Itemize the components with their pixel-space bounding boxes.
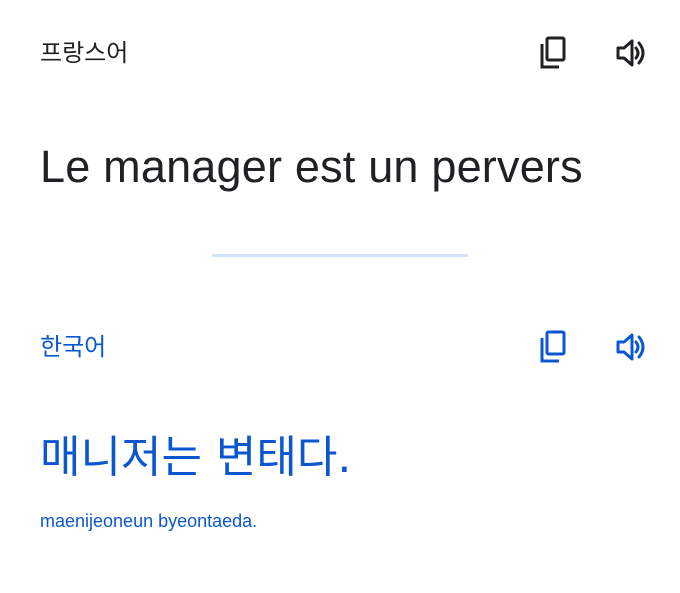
source-language-label: 프랑스어 [40,39,129,67]
translation-result-card: 프랑스어 Le manager est un pervers 한국어 매니저는 … [0,0,680,593]
speaker-icon [616,333,645,361]
speaker-icon [616,39,645,67]
divider [212,254,468,257]
source-speak-button[interactable] [612,33,652,73]
copy-icon [540,330,566,363]
copy-icon [540,36,566,69]
target-copy-button[interactable] [533,327,573,367]
source-text: Le manager est un pervers [40,141,583,192]
translated-text: 매니저는 변태다. [40,432,352,483]
romanization-text: maenijeoneun byeontaeda. [40,511,258,531]
target-language-label: 한국어 [40,333,107,361]
source-copy-button[interactable] [533,33,573,73]
target-speak-button[interactable] [612,327,652,367]
